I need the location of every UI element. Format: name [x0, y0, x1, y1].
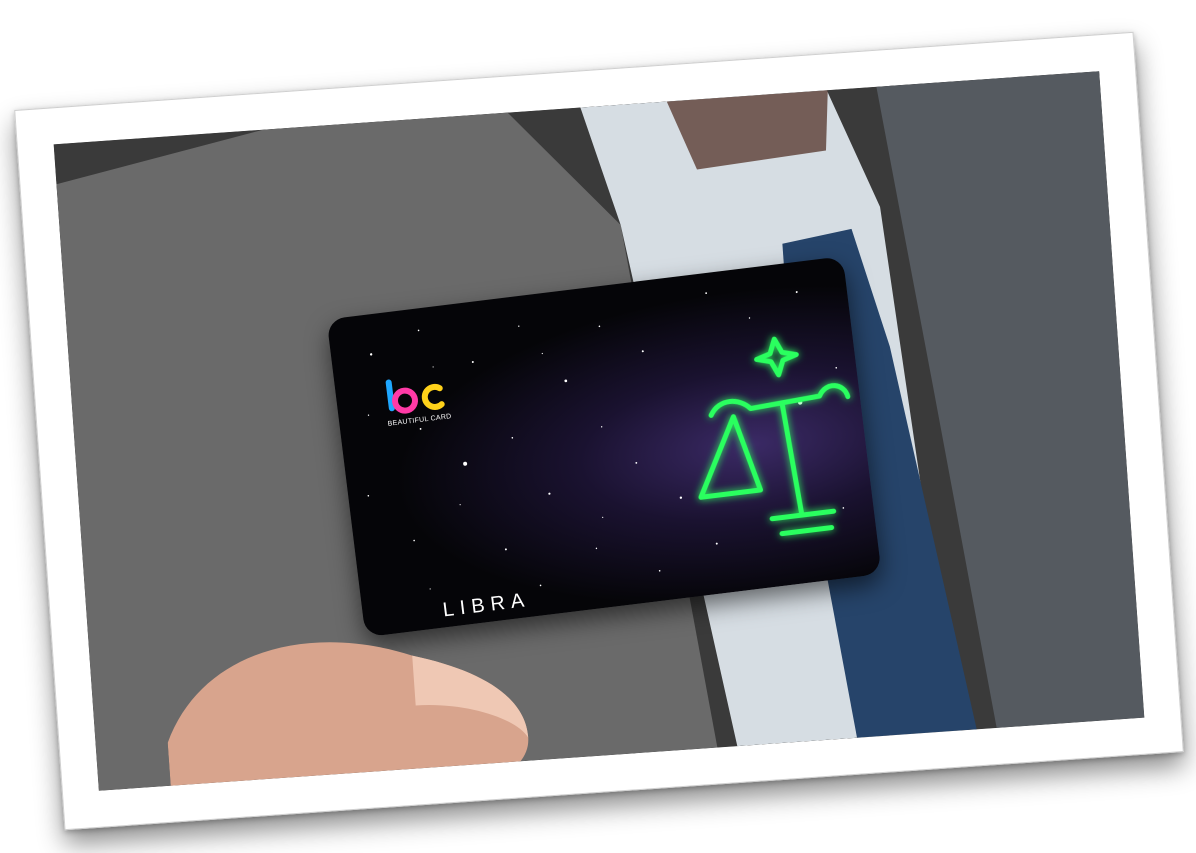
- libra-constellation-icon: [698, 336, 851, 537]
- hand-thumb: [167, 642, 529, 791]
- photo: BEAUTIFUL CARD LIBRA: [53, 71, 1145, 791]
- star-icon: [754, 336, 799, 378]
- bc-logo-icon: [385, 379, 445, 414]
- beautiful-card-logo: BEAUTIFUL CARD: [382, 369, 467, 428]
- photo-print-frame: BEAUTIFUL CARD LIBRA: [14, 31, 1184, 831]
